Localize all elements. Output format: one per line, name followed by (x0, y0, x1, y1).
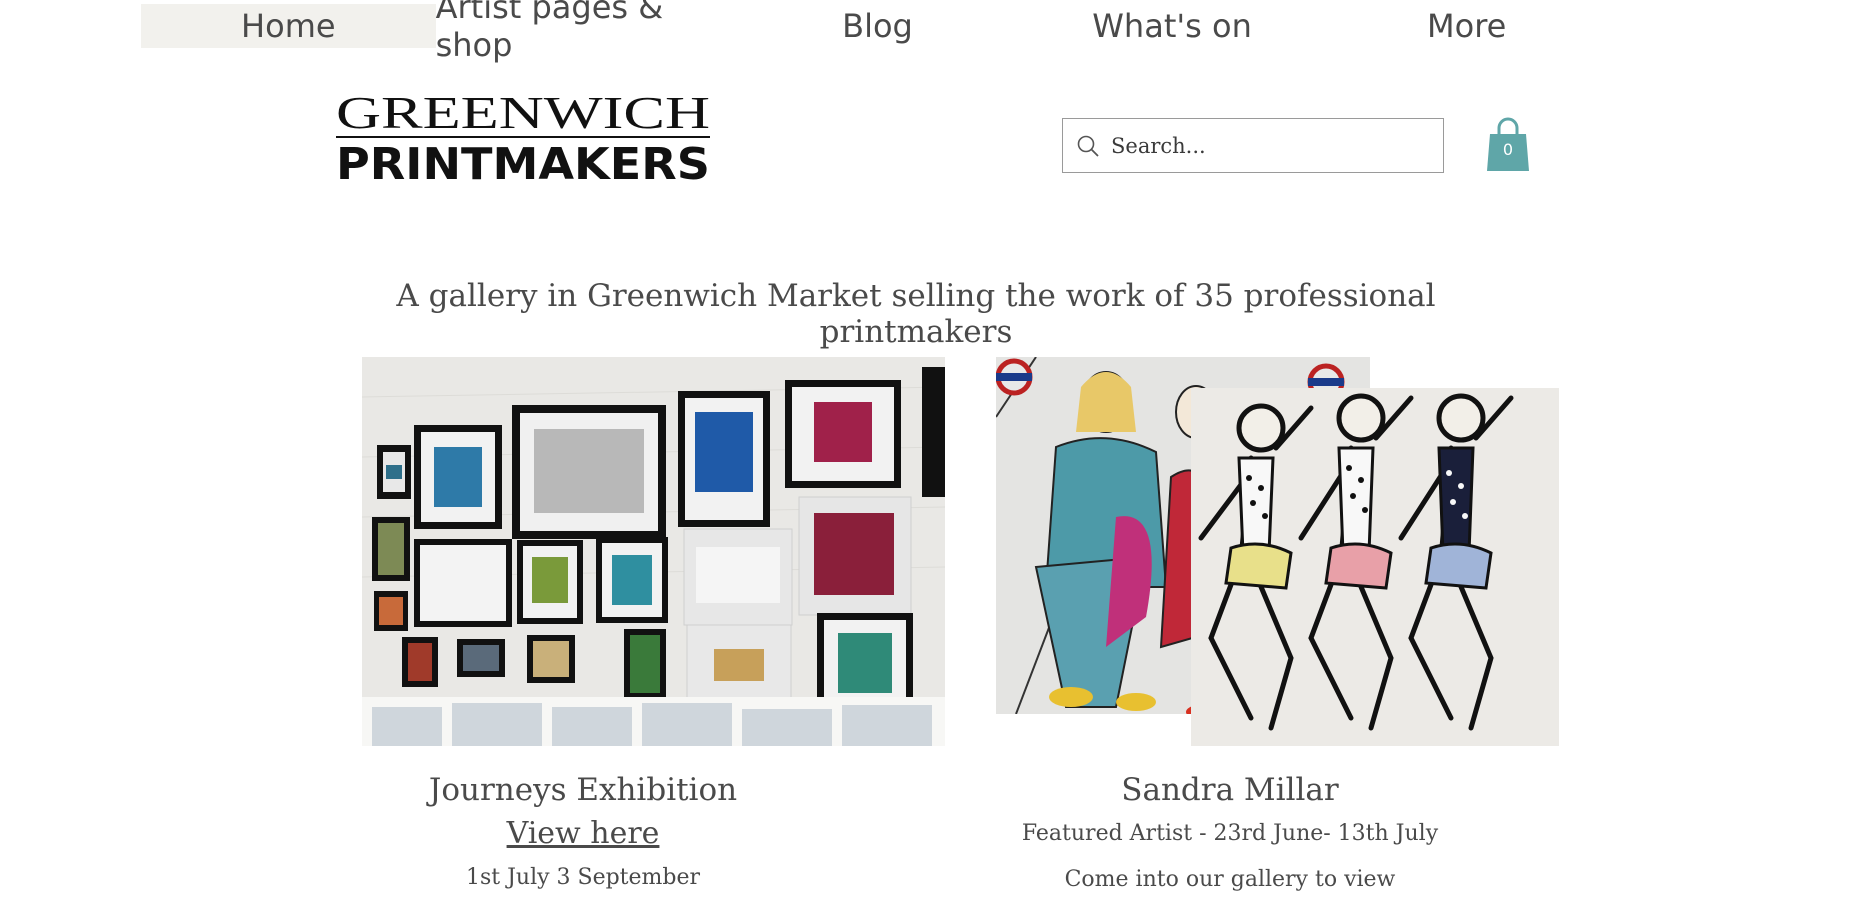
nav-home[interactable]: Home (141, 4, 436, 48)
nav-artist-pages-shop[interactable]: Artist pages & shop (436, 0, 731, 64)
logo-line-1: GREENWICH (336, 91, 710, 138)
nav-blog[interactable]: Blog (730, 4, 1025, 48)
sandra-millar-artwork-dancers[interactable] (1191, 388, 1559, 746)
sandra-visit-text: Come into our gallery to view (1064, 867, 1396, 892)
site-logo[interactable]: GREENWICH PRINTMAKERS (334, 91, 712, 183)
nav-more[interactable]: More (1319, 4, 1614, 48)
journeys-dates: 1st July 3 September (465, 865, 701, 890)
cart-count: 0 (1502, 140, 1514, 159)
cart-button[interactable]: 0 (1486, 116, 1530, 172)
journeys-view-link[interactable]: View here (402, 812, 764, 856)
search-input[interactable] (1111, 125, 1421, 166)
journeys-title: Journeys Exhibition (428, 772, 738, 808)
journeys-caption: Journeys Exhibition View here 1st July 3… (402, 768, 764, 900)
search-icon (1077, 135, 1099, 157)
gallery-wall-image[interactable] (362, 357, 945, 746)
search-box[interactable] (1062, 118, 1444, 173)
main-nav: Home Artist pages & shop Blog What's on … (141, 0, 1614, 64)
logo-line-2: PRINTMAKERS (336, 139, 710, 183)
tagline: A gallery in Greenwich Market selling th… (396, 278, 1436, 350)
nav-whats-on[interactable]: What's on (1025, 4, 1320, 48)
sandra-featured-dates: Featured Artist - 23rd June- 13th July (1021, 821, 1439, 846)
logo-divider (336, 136, 710, 138)
sandra-caption: Sandra Millar Featured Artist - 23rd Jun… (1000, 768, 1460, 904)
sandra-title: Sandra Millar (1121, 772, 1339, 808)
